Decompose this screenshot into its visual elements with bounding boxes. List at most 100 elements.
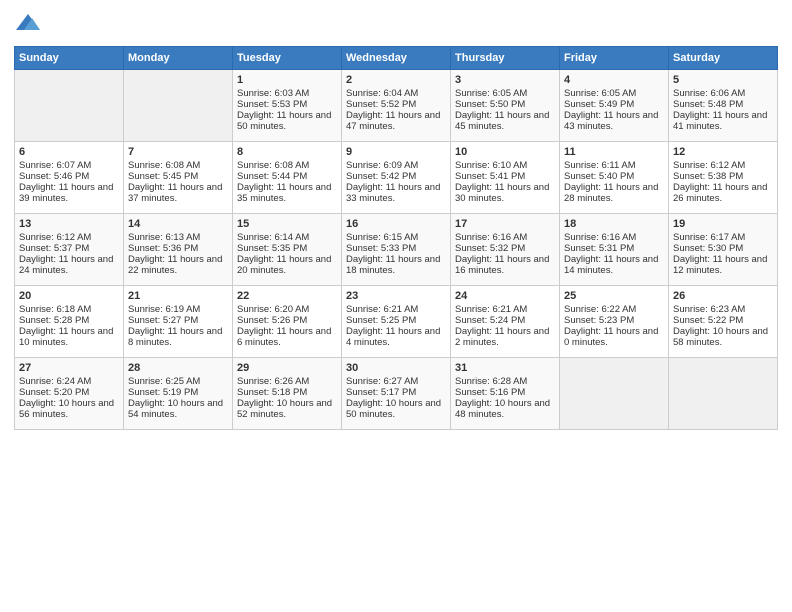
sunrise: Sunrise: 6:24 AM bbox=[19, 376, 91, 387]
sunrise: Sunrise: 6:23 AM bbox=[673, 304, 745, 315]
sunset: Sunset: 5:19 PM bbox=[128, 387, 198, 398]
calendar-cell bbox=[669, 358, 778, 430]
daylight: Daylight: 11 hours and 30 minutes. bbox=[455, 182, 549, 204]
weekday-header: Sunday bbox=[15, 47, 124, 70]
sunrise: Sunrise: 6:06 AM bbox=[673, 88, 745, 99]
day-number: 23 bbox=[346, 290, 446, 302]
day-number: 26 bbox=[673, 290, 773, 302]
calendar-cell: 1Sunrise: 6:03 AMSunset: 5:53 PMDaylight… bbox=[233, 70, 342, 142]
sunset: Sunset: 5:31 PM bbox=[564, 243, 634, 254]
sunset: Sunset: 5:18 PM bbox=[237, 387, 307, 398]
daylight: Daylight: 11 hours and 8 minutes. bbox=[128, 326, 222, 348]
calendar-cell: 8 Sunrise: 6:08 AMSunset: 5:44 PMDaylight… bbox=[233, 142, 342, 214]
daylight: Daylight: 10 hours and 54 minutes. bbox=[128, 398, 223, 420]
calendar-cell: 28Sunrise: 6:25 AMSunset: 5:19 PMDayligh… bbox=[124, 358, 233, 430]
daylight: Daylight: 10 hours and 48 minutes. bbox=[455, 398, 550, 420]
calendar-cell: 21Sunrise: 6:19 AMSunset: 5:27 PMDayligh… bbox=[124, 286, 233, 358]
day-number: 17 bbox=[455, 218, 555, 230]
sunrise: Sunrise: 6:28 AM bbox=[455, 376, 527, 387]
day-number: 31 bbox=[455, 362, 555, 374]
day-number: 6 bbox=[19, 146, 119, 158]
daylight: Daylight: 11 hours and 14 minutes. bbox=[564, 254, 658, 276]
sunrise: Sunrise: 6:19 AM bbox=[128, 304, 200, 315]
daylight: Daylight: 11 hours and 0 minutes. bbox=[564, 326, 658, 348]
sunset: Sunset: 5:32 PM bbox=[455, 243, 525, 254]
daylight: Daylight: 11 hours and 24 minutes. bbox=[19, 254, 113, 276]
weekday-header: Wednesday bbox=[342, 47, 451, 70]
sunrise: Sunrise: 6:04 AM bbox=[346, 88, 418, 99]
sunset: Sunset: 5:53 PM bbox=[237, 99, 307, 110]
main-container: SundayMondayTuesdayWednesdayThursdayFrid… bbox=[0, 0, 792, 438]
calendar-cell: 31 Sunrise: 6:28 AMSunset: 5:16 PMDayligh… bbox=[451, 358, 560, 430]
sunrise: Sunrise: 6:10 AM bbox=[455, 160, 527, 171]
sunset: Sunset: 5:28 PM bbox=[19, 315, 89, 326]
day-number: 18 bbox=[564, 218, 664, 230]
calendar-cell: 20Sunrise: 6:18 AMSunset: 5:28 PMDayligh… bbox=[15, 286, 124, 358]
weekday-header: Friday bbox=[560, 47, 669, 70]
sunset: Sunset: 5:22 PM bbox=[673, 315, 743, 326]
sunrise: Sunrise: 6:25 AM bbox=[128, 376, 200, 387]
day-number: 10 bbox=[455, 146, 555, 158]
day-number: 30 bbox=[346, 362, 446, 374]
sunrise: Sunrise: 6:12 AM bbox=[673, 160, 745, 171]
sunrise: Sunrise: 6:16 AM bbox=[455, 232, 527, 243]
sunrise: Sunrise: 6:13 AM bbox=[128, 232, 200, 243]
calendar-cell bbox=[15, 70, 124, 142]
daylight: Daylight: 11 hours and 2 minutes. bbox=[455, 326, 549, 348]
sunrise: Sunrise: 6:18 AM bbox=[19, 304, 91, 315]
calendar-week-row: 27Sunrise: 6:24 AMSunset: 5:20 PMDayligh… bbox=[15, 358, 778, 430]
daylight: Daylight: 11 hours and 43 minutes. bbox=[564, 110, 658, 132]
day-number: 2 bbox=[346, 74, 446, 86]
daylight: Daylight: 10 hours and 50 minutes. bbox=[346, 398, 441, 420]
calendar-cell: 25Sunrise: 6:22 AMSunset: 5:23 PMDayligh… bbox=[560, 286, 669, 358]
sunset: Sunset: 5:23 PM bbox=[564, 315, 634, 326]
day-number: 24 bbox=[455, 290, 555, 302]
calendar-cell: 15Sunrise: 6:14 AMSunset: 5:35 PMDayligh… bbox=[233, 214, 342, 286]
sunrise: Sunrise: 6:09 AM bbox=[346, 160, 418, 171]
sunset: Sunset: 5:42 PM bbox=[346, 171, 416, 182]
weekday-header: Saturday bbox=[669, 47, 778, 70]
sunrise: Sunrise: 6:14 AM bbox=[237, 232, 309, 243]
daylight: Daylight: 11 hours and 22 minutes. bbox=[128, 254, 222, 276]
header-row: SundayMondayTuesdayWednesdayThursdayFrid… bbox=[15, 47, 778, 70]
sunset: Sunset: 5:37 PM bbox=[19, 243, 89, 254]
day-number: 13 bbox=[19, 218, 119, 230]
calendar-cell bbox=[124, 70, 233, 142]
sunset: Sunset: 5:16 PM bbox=[455, 387, 525, 398]
sunrise: Sunrise: 6:17 AM bbox=[673, 232, 745, 243]
header bbox=[14, 10, 778, 38]
sunrise: Sunrise: 6:21 AM bbox=[346, 304, 418, 315]
day-number: 5 bbox=[673, 74, 773, 86]
calendar-cell: 6Sunrise: 6:07 AMSunset: 5:46 PMDaylight… bbox=[15, 142, 124, 214]
sunrise: Sunrise: 6:03 AM bbox=[237, 88, 309, 99]
calendar-cell: 4Sunrise: 6:05 AMSunset: 5:49 PMDaylight… bbox=[560, 70, 669, 142]
sunrise: Sunrise: 6:27 AM bbox=[346, 376, 418, 387]
day-number: 11 bbox=[564, 146, 664, 158]
sunset: Sunset: 5:46 PM bbox=[19, 171, 89, 182]
day-number: 8 bbox=[237, 146, 337, 158]
daylight: Daylight: 11 hours and 28 minutes. bbox=[564, 182, 658, 204]
day-number: 4 bbox=[564, 74, 664, 86]
day-number: 9 bbox=[346, 146, 446, 158]
sunrise: Sunrise: 6:21 AM bbox=[455, 304, 527, 315]
calendar-cell: 22Sunrise: 6:20 AMSunset: 5:26 PMDayligh… bbox=[233, 286, 342, 358]
sunset: Sunset: 5:38 PM bbox=[673, 171, 743, 182]
day-number: 7 bbox=[128, 146, 228, 158]
daylight: Daylight: 11 hours and 35 minutes. bbox=[237, 182, 331, 204]
sunset: Sunset: 5:44 PM bbox=[237, 171, 307, 182]
sunrise: Sunrise: 6:08 AM bbox=[237, 160, 309, 171]
daylight: Daylight: 11 hours and 16 minutes. bbox=[455, 254, 549, 276]
sunset: Sunset: 5:49 PM bbox=[564, 99, 634, 110]
day-number: 19 bbox=[673, 218, 773, 230]
daylight: Daylight: 11 hours and 26 minutes. bbox=[673, 182, 767, 204]
day-number: 1 bbox=[237, 74, 337, 86]
sunset: Sunset: 5:36 PM bbox=[128, 243, 198, 254]
sunrise: Sunrise: 6:26 AM bbox=[237, 376, 309, 387]
daylight: Daylight: 11 hours and 6 minutes. bbox=[237, 326, 331, 348]
daylight: Daylight: 11 hours and 47 minutes. bbox=[346, 110, 440, 132]
daylight: Daylight: 10 hours and 52 minutes. bbox=[237, 398, 332, 420]
sunset: Sunset: 5:35 PM bbox=[237, 243, 307, 254]
daylight: Daylight: 11 hours and 18 minutes. bbox=[346, 254, 440, 276]
sunset: Sunset: 5:45 PM bbox=[128, 171, 198, 182]
logo-icon bbox=[14, 10, 42, 38]
